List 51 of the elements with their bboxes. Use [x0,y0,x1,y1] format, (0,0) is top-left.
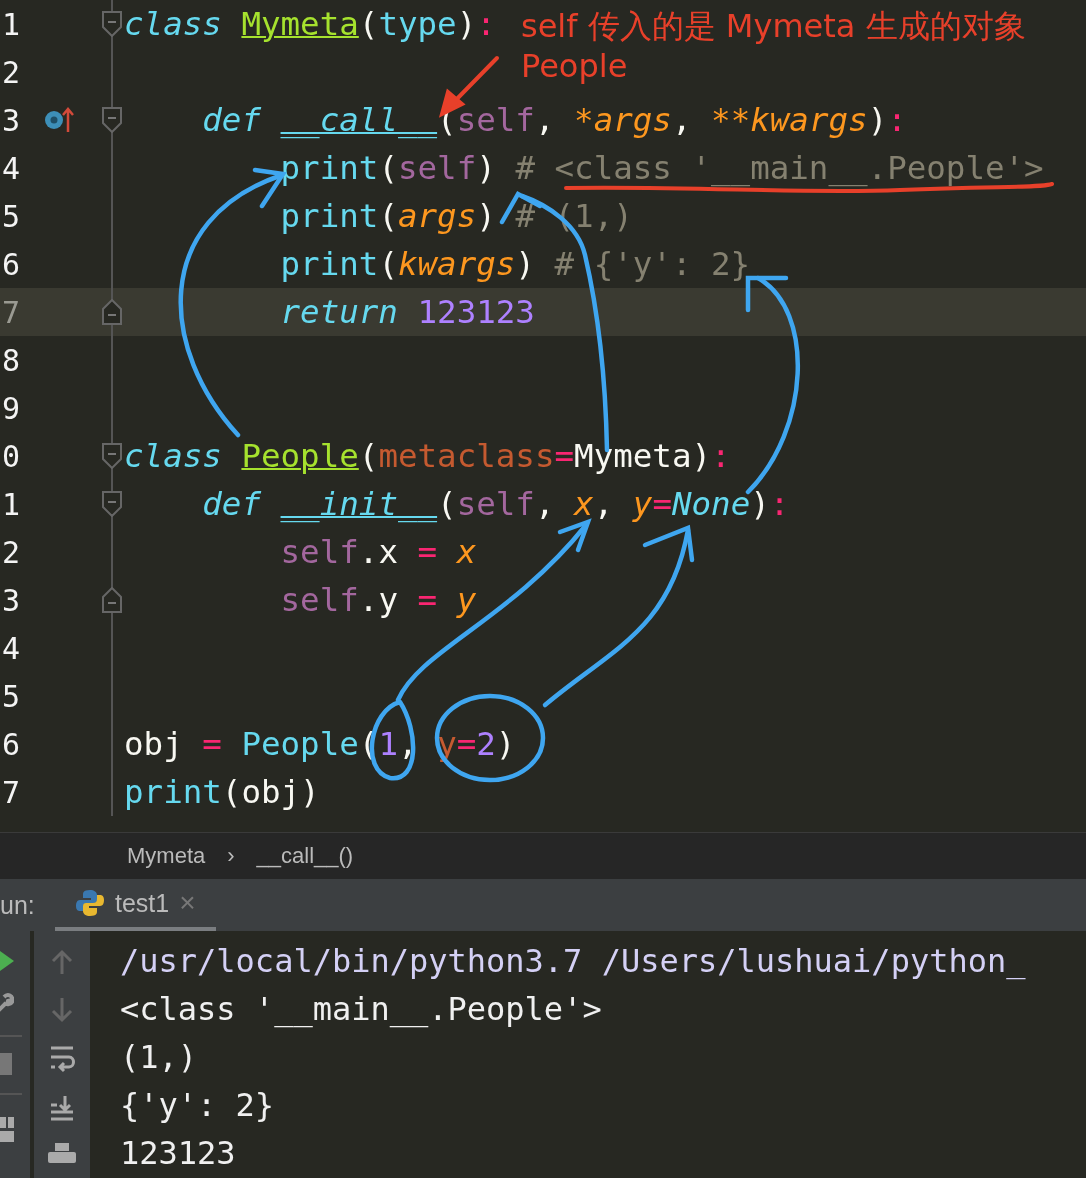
line-number: 7 [1,774,22,810]
code-line: class Mymeta(type): [124,5,496,43]
code-line: self.y = y [279,581,477,619]
fold-icon[interactable] [101,491,123,517]
layout-icon[interactable] [0,1117,14,1143]
up-arrow-icon[interactable] [51,949,73,975]
breadcrumb-separator: › [227,843,235,869]
line-number: 4 [1,630,22,666]
code-line: def __init__(self, x, y=None): [201,485,790,523]
code-line: print(self) # <class '__main__.People'> [279,149,1044,187]
line-number: 1 [1,486,22,522]
line-number: 9 [1,390,22,426]
console-line: <class '__main__.People'> [120,989,603,1030]
line-number: 8 [1,342,22,378]
fold-icon[interactable] [101,587,123,613]
python-icon [75,888,105,918]
line-number: 1 [1,6,22,42]
soft-wrap-icon[interactable] [49,1045,75,1073]
line-number: 2 [1,534,22,570]
scroll-to-end-icon[interactable] [49,1095,75,1121]
code-line: self.x = x [279,533,477,571]
fold-icon[interactable] [101,11,123,37]
line-number: 5 [1,198,22,234]
code-line: class People(metaclass=Mymeta): [124,437,731,475]
code-line: return 123123 [279,293,535,331]
override-marker-icon[interactable] [44,106,76,134]
run-icon[interactable] [0,949,16,973]
fold-icon[interactable] [101,443,123,469]
line-number: 5 [1,678,22,714]
code-line: print(obj) [124,773,320,811]
console-line: (1,) [120,1037,199,1078]
code-line: print(kwargs) # {'y': 2} [279,245,751,283]
down-arrow-icon[interactable] [51,997,73,1023]
fold-icon[interactable] [101,107,123,133]
console-line: /usr/local/bin/python3.7 /Users/lushuai/python_ [120,941,1026,982]
run-label: un: [0,890,36,920]
console-line: {'y': 2} [120,1085,276,1126]
print-icon[interactable] [48,1143,76,1163]
annotation-note: self 传入的是 Mymeta 生成的对象 People [521,6,1026,86]
line-number: 0 [1,438,22,474]
line-number: 7 [1,294,22,330]
breadcrumb-item[interactable]: __call__() [256,843,354,869]
line-number: 6 [1,246,22,282]
console-line: 123123 [120,1133,237,1174]
line-number: 2 [1,54,22,90]
line-number: 6 [1,726,22,762]
breadcrumb-item[interactable]: Mymeta [127,843,206,869]
fold-icon[interactable] [101,299,123,325]
line-number: 4 [1,150,22,186]
line-number: 3 [1,102,22,138]
line-number: 3 [1,582,22,618]
